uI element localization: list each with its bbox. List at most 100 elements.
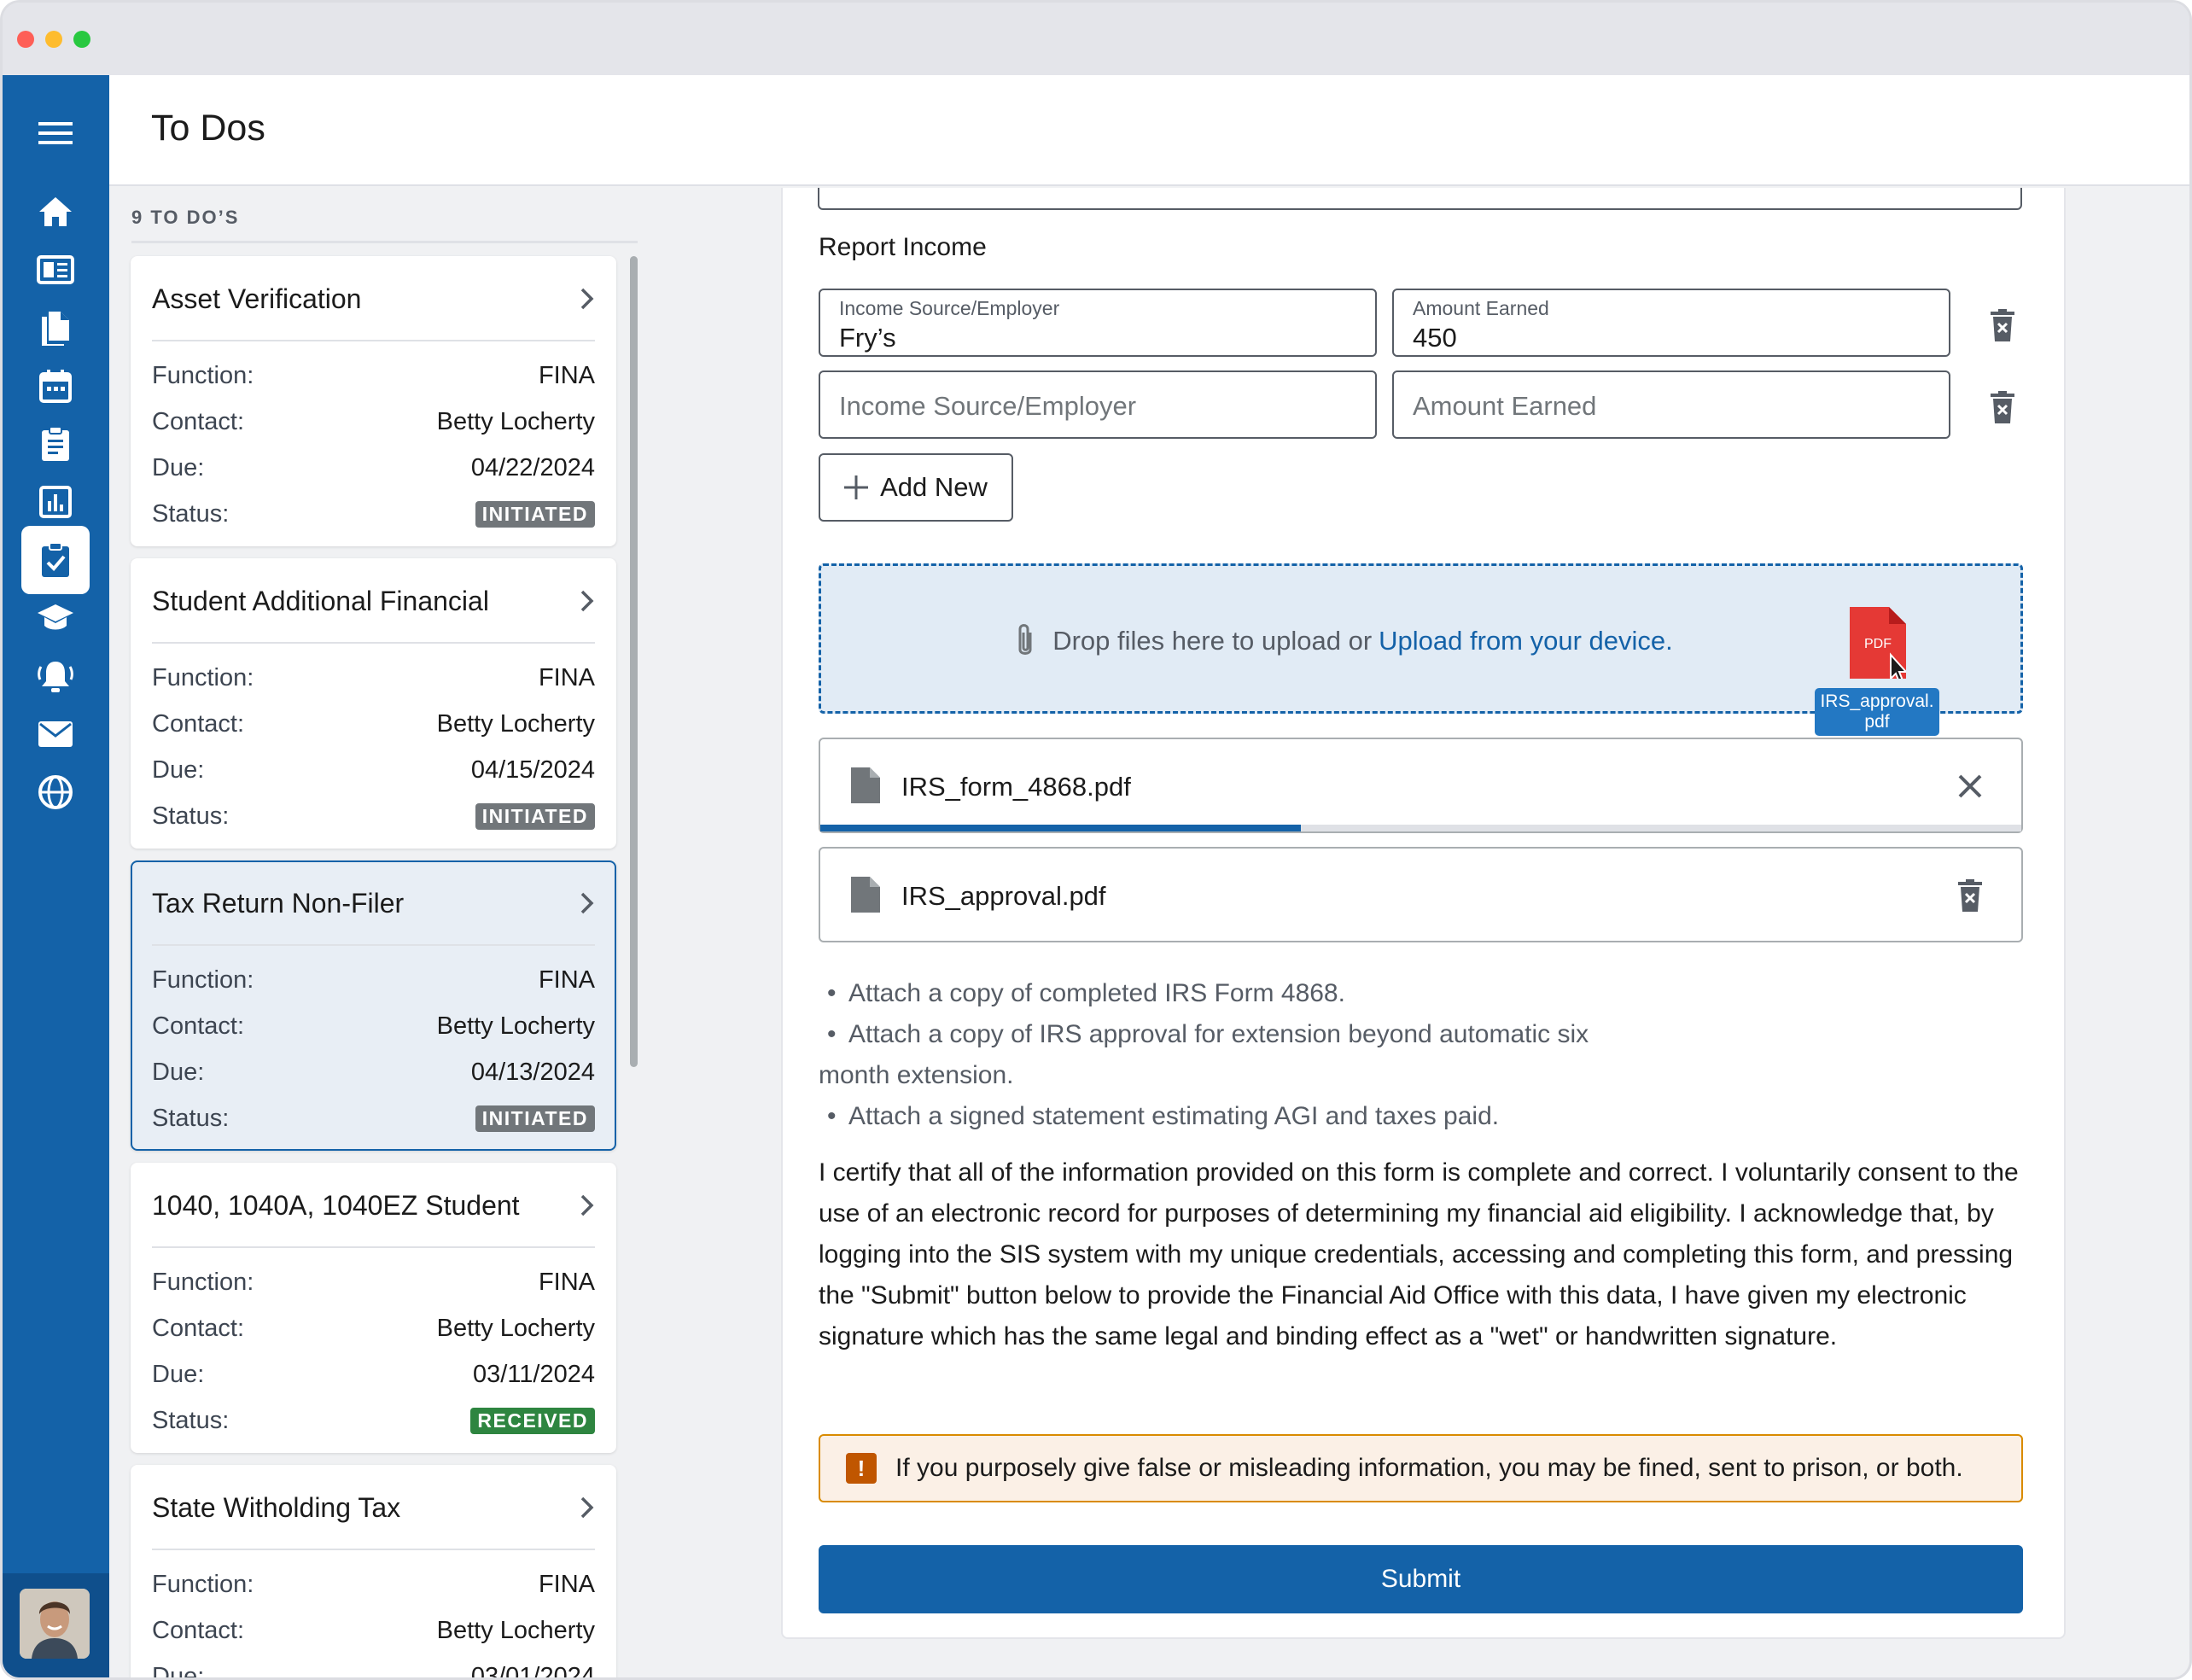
- dropzone-message: Drop files here to upload or Upload from…: [821, 622, 2020, 660]
- contact-value: Betty Locherty: [436, 1012, 595, 1040]
- close-window-button[interactable]: [17, 31, 34, 48]
- todo-title: Asset Verification: [152, 283, 362, 314]
- contact-label: Contact:: [152, 709, 244, 738]
- status-label: Status:: [152, 1104, 230, 1132]
- contact-row: Contact: Betty Locherty: [152, 1311, 595, 1345]
- function-label: Function:: [152, 361, 254, 389]
- list-item-continuation: month extension.: [819, 1061, 1014, 1089]
- todo-title: State Witholding Tax: [152, 1492, 401, 1523]
- warning-alert: ! If you purposely give false or mislead…: [819, 1434, 2023, 1502]
- page-header: To Dos: [109, 75, 2189, 186]
- chevron-right-icon: [580, 1194, 594, 1216]
- due-label: Due:: [152, 453, 205, 481]
- minimize-window-button[interactable]: [45, 31, 62, 48]
- file-icon: [851, 767, 880, 803]
- function-row: Function: FINA: [152, 359, 595, 393]
- contact-label: Contact:: [152, 1616, 244, 1644]
- field-placeholder: Amount Earned: [1413, 391, 1597, 421]
- list-item: • Attach a copy of completed IRS Form 486…: [827, 979, 1345, 1007]
- due-value: 04/22/2024: [470, 453, 595, 481]
- todo-card[interactable]: Student Additional Financial Function: FI…: [131, 558, 616, 849]
- contact-row: Contact: Betty Locherty: [152, 405, 595, 439]
- function-row: Function: FINA: [152, 1567, 595, 1601]
- todo-card[interactable]: Asset Verification Function: FINA Contact…: [131, 256, 616, 546]
- todo-title: Student Additional Financial: [152, 586, 489, 616]
- function-value: FINA: [538, 1570, 595, 1598]
- menu-icon[interactable]: [21, 99, 90, 167]
- status-row: Status: INITIATED: [152, 799, 595, 833]
- list-item: • Attach a copy of IRS approval for exten…: [827, 1020, 1589, 1048]
- income-source-field[interactable]: Income Source/Employer Fry’s: [819, 289, 1377, 357]
- contact-label: Contact:: [152, 407, 244, 435]
- todo-card[interactable]: State Witholding Tax Function: FINA Conta…: [131, 1465, 616, 1677]
- function-value: FINA: [538, 1268, 595, 1296]
- function-value: FINA: [538, 965, 595, 994]
- chevron-right-icon: [580, 892, 594, 914]
- delete-row-button[interactable]: [1985, 387, 2020, 428]
- due-label: Due:: [152, 1662, 205, 1678]
- contact-label: Contact:: [152, 1314, 244, 1342]
- due-label: Due:: [152, 1058, 205, 1086]
- due-row: Due: 03/11/2024: [152, 1357, 595, 1391]
- field-value: Fry’s: [839, 323, 896, 353]
- due-value: 03/11/2024: [473, 1360, 595, 1388]
- field-value: 450: [1413, 323, 1457, 353]
- due-label: Due:: [152, 755, 205, 784]
- function-label: Function:: [152, 1268, 254, 1296]
- contact-row: Contact: Betty Locherty: [152, 1613, 595, 1648]
- contact-row: Contact: Betty Locherty: [152, 707, 595, 741]
- status-label: Status:: [152, 802, 230, 830]
- todo-count: 9 TO DO’S: [131, 207, 240, 228]
- file-name: IRS_form_4868.pdf: [901, 772, 1131, 802]
- todo-list-pane: 9 TO DO’S Asset Verification Function: FI…: [109, 188, 657, 1677]
- todo-card[interactable]: 1040, 1040A, 1040EZ Student Function: FIN…: [131, 1163, 616, 1453]
- maximize-window-button[interactable]: [73, 31, 90, 48]
- add-new-label: Add New: [880, 472, 988, 502]
- list-scrollbar[interactable]: [630, 256, 638, 1067]
- upload-progress-track: [820, 825, 2021, 831]
- todo-detail-pane: Report Income Income Source/Employer Fry…: [657, 188, 2189, 1677]
- status-label: Status:: [152, 1406, 230, 1434]
- divider: [131, 241, 638, 243]
- chevron-right-icon: [580, 288, 594, 310]
- globe-icon[interactable]: [21, 758, 90, 826]
- amount-earned-field[interactable]: Amount Earned 450: [1392, 289, 1950, 357]
- field-placeholder: Income Source/Employer: [839, 391, 1137, 421]
- certification-text: I certify that all of the information pr…: [819, 1158, 2019, 1350]
- divider: [152, 944, 595, 946]
- status-row: Status: INITIATED: [152, 497, 595, 531]
- previous-field[interactable]: [818, 188, 2022, 210]
- status-row: Status: RECEIVED: [152, 1403, 595, 1438]
- income-source-field[interactable]: Income Source/Employer: [819, 370, 1377, 439]
- cancel-upload-button[interactable]: [1950, 765, 1991, 808]
- file-name: IRS_approval.pdf: [901, 881, 1106, 911]
- contact-value: Betty Locherty: [436, 407, 595, 435]
- due-value: 03/01/2024: [470, 1662, 595, 1678]
- upload-progress-bar: [820, 825, 1301, 831]
- instructions-list: • Attach a copy of completed IRS Form 486…: [819, 973, 1672, 1137]
- contact-value: Betty Locherty: [436, 1616, 595, 1644]
- function-value: FINA: [538, 361, 595, 389]
- submit-button[interactable]: Submit: [819, 1545, 2023, 1613]
- file-dropzone[interactable]: Drop files here to upload or Upload from…: [819, 563, 2023, 736]
- add-new-button[interactable]: Add New: [819, 453, 1013, 522]
- close-icon: [1958, 774, 1982, 798]
- divider: [152, 1549, 595, 1550]
- avatar[interactable]: [20, 1589, 90, 1659]
- user-profile[interactable]: [3, 1573, 109, 1677]
- status-badge: INITIATED: [475, 802, 595, 830]
- drag-file-label: IRS_approval. pdf: [1815, 688, 1939, 736]
- upload-from-device-link[interactable]: Upload from your device.: [1379, 626, 1673, 656]
- warning-text: If you purposely give false or misleadin…: [895, 1454, 1963, 1482]
- field-label: Amount Earned: [1413, 297, 1549, 319]
- dragging-pdf-icon: PDF: [1850, 607, 1906, 679]
- function-label: Function:: [152, 1570, 254, 1598]
- amount-earned-field[interactable]: Amount Earned: [1392, 370, 1950, 439]
- file-icon: [851, 877, 880, 913]
- function-row: Function: FINA: [152, 1265, 595, 1299]
- delete-row-button[interactable]: [1985, 305, 2020, 346]
- status-label: Status:: [152, 499, 230, 528]
- todo-card-selected[interactable]: Tax Return Non-Filer Function: FINA Conta…: [131, 860, 616, 1151]
- due-row: Due: 04/13/2024: [152, 1055, 595, 1089]
- delete-file-button[interactable]: [1950, 874, 1991, 917]
